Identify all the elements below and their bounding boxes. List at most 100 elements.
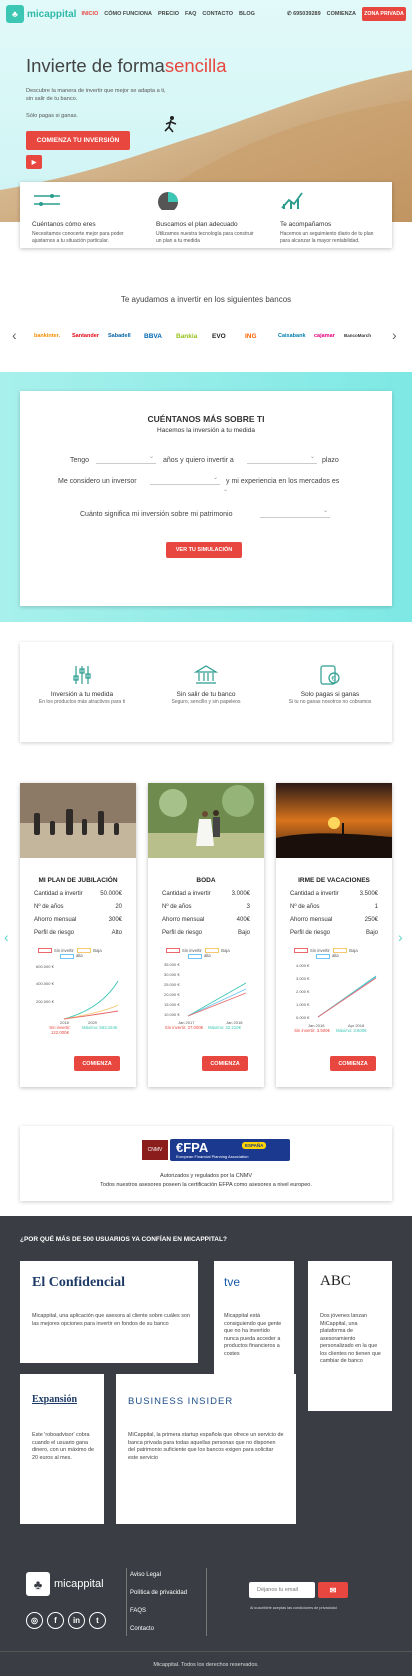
svg-text:25.000 €: 25.000 € <box>164 982 180 987</box>
tve-logo: tve <box>224 1275 241 1289</box>
top-nav: ♣ micappital INICIO CÓMO FUNCIONA PRECIO… <box>0 0 412 28</box>
svg-text:400.000 €: 400.000 € <box>36 981 55 986</box>
tree-logo-icon: ♣ <box>6 5 24 23</box>
press-title: ¿POR QUÉ MÁS DE 500 USUARIOS YA CONFÍAN … <box>20 1236 227 1243</box>
logo[interactable]: ♣ micappital <box>6 5 76 23</box>
plan-start-button[interactable]: COMIENZA <box>74 1056 120 1071</box>
nav-faq[interactable]: FAQ <box>185 11 196 17</box>
plans-carousel: ‹ › MI PLAN DE JUBILACIÓN Cantidad a inv… <box>0 783 412 1088</box>
nav-precio[interactable]: PRECIO <box>158 11 179 17</box>
tree-logo-icon: ♣ <box>26 1572 50 1596</box>
plan-start-button[interactable]: COMIENZA <box>202 1056 248 1071</box>
bank-building-icon <box>194 665 218 684</box>
press-card[interactable]: Expansión Este 'roboadvisor' cobra cuand… <box>20 1374 104 1524</box>
bank-logo: bankinter. <box>34 333 60 339</box>
social-links: ◎ f in t <box>26 1612 106 1629</box>
footer-link-faqs[interactable]: FAQS <box>130 1608 187 1626</box>
chevron-left-icon[interactable]: ‹ <box>4 929 9 945</box>
banks-carousel: ‹ bankinter. Santander Sabadell BBVA Ban… <box>0 327 412 344</box>
start-investment-button[interactable]: COMIENZA TU INVERSIÓN <box>26 131 130 150</box>
chart-legend: Sin invertir Baja alta <box>166 948 230 959</box>
efpa-logo: €FPA ESPAÑA European Financial Planning … <box>170 1139 290 1161</box>
private-zone-button[interactable]: ZONA PRIVADA <box>362 7 406 21</box>
phone-link[interactable]: ✆ 695039289 <box>287 11 321 17</box>
footer-link-privacidad[interactable]: Política de privacidad <box>130 1590 187 1608</box>
pie-chart-icon <box>158 192 178 212</box>
svg-text:20.000 €: 20.000 € <box>164 992 180 997</box>
experience-select[interactable] <box>150 486 230 497</box>
press-card[interactable]: ABC Dos jóvenes lanzan MiCappital, una p… <box>308 1261 392 1411</box>
instagram-icon[interactable]: ◎ <box>26 1612 43 1629</box>
nav-como-funciona[interactable]: CÓMO FUNCIONA <box>104 11 152 17</box>
sunset-image <box>276 783 392 858</box>
form-title: CUÉNTANOS MÁS SOBRE TI <box>147 414 265 424</box>
term-select[interactable] <box>247 453 317 464</box>
svg-text:10.000 €: 10.000 € <box>164 1012 180 1017</box>
simulation-form: CUÉNTANOS MÁS SOBRE TI Hacemos la invers… <box>20 391 392 606</box>
hero-pay-text: Sólo pagas si ganas. <box>26 113 78 119</box>
money-icon: € <box>320 665 340 685</box>
press-card[interactable]: BUSINESS INSIDER MiCappital, la primera … <box>116 1374 296 1524</box>
bank-logo: ING <box>245 333 257 340</box>
benefit-item: Sin salir de tu banco Seguro, sencillo y… <box>144 642 268 742</box>
runner-silhouette <box>164 116 177 133</box>
projection-chart: 600.000 €400.000 €200.000 € 2018 2029 <box>36 964 119 1025</box>
feature-item: Cuéntanos cómo eres Necesitamos conocert… <box>20 182 144 248</box>
expansion-logo: Expansión <box>32 1394 78 1405</box>
hero-title: Invierte de formasencilla <box>26 55 227 76</box>
chart-legend: Sin invertir Baja alta <box>294 948 358 959</box>
footer-logo[interactable]: ♣ micappital <box>26 1572 104 1596</box>
chevron-right-icon[interactable]: › <box>398 929 403 945</box>
age-select[interactable] <box>96 453 156 464</box>
footer-link-aviso-legal[interactable]: Aviso Legal <box>130 1572 187 1590</box>
nav-contacto[interactable]: CONTACTO <box>202 11 233 17</box>
chevron-right-icon[interactable]: › <box>392 327 397 343</box>
footer-link-contacto[interactable]: Contacto <box>130 1626 187 1644</box>
bank-logo: BBVA <box>144 333 162 340</box>
svg-text:600.000 €: 600.000 € <box>36 964 55 969</box>
plan-start-button[interactable]: COMIENZA <box>330 1056 376 1071</box>
chart-legend: Sin invertir Baja alta <box>38 948 102 959</box>
press-section: ¿POR QUÉ MÁS DE 500 USUARIOS YA CONFÍAN … <box>0 1216 412 1676</box>
projection-chart: 4.000 €3.000 €2.000 €1.000 €0.000 € Jan … <box>296 963 377 1028</box>
plan-card-retirement: MI PLAN DE JUBILACIÓN Cantidad a inverti… <box>20 783 136 1087</box>
nav-inicio[interactable]: INICIO <box>81 11 98 17</box>
simulation-section: CUÉNTANOS MÁS SOBRE TI Hacemos la invers… <box>0 372 412 622</box>
view-simulation-button[interactable]: VER TU SIMULACIÓN <box>166 542 242 558</box>
nav-blog[interactable]: BLOG <box>239 11 255 17</box>
svg-text:2.000 €: 2.000 € <box>296 989 310 994</box>
plan-card-wedding: BODA Cantidad a invertir 3.000€ Nº de año… <box>148 783 264 1087</box>
features-card: Cuéntanos cómo eres Necesitamos conocert… <box>20 182 392 248</box>
nav-comienza[interactable]: COMIENZA <box>327 11 356 17</box>
plan-card-vacation: IRME DE VACACIONES Cantidad a invertir 3.… <box>276 783 392 1087</box>
press-card[interactable]: El Confidencial Micappital, una aplicaci… <box>20 1261 198 1363</box>
whatsapp-icon: ✆ <box>286 11 292 17</box>
patrimony-select[interactable] <box>260 507 330 518</box>
mail-icon[interactable]: ✉ <box>318 1582 348 1598</box>
growth-chart-icon <box>281 192 303 209</box>
linkedin-icon[interactable]: in <box>68 1612 85 1629</box>
newsletter-email-input[interactable] <box>249 1582 315 1598</box>
chevron-left-icon[interactable]: ‹ <box>12 327 17 343</box>
twitter-icon[interactable]: t <box>89 1612 106 1629</box>
svg-text:200.000 €: 200.000 € <box>36 999 55 1004</box>
svg-text:0.000 €: 0.000 € <box>296 1015 310 1020</box>
youtube-icon[interactable]: ▶ <box>26 155 42 169</box>
abc-logo: ABC <box>320 1273 351 1289</box>
copyright: Micappital. Todos los derechos reservado… <box>153 1662 259 1668</box>
svg-text:3.000 €: 3.000 € <box>296 976 310 981</box>
equalizer-icon <box>73 666 91 684</box>
facebook-icon[interactable]: f <box>47 1612 64 1629</box>
bank-logo: BancoMarch <box>344 333 372 338</box>
svg-text:4.000 €: 4.000 € <box>296 963 310 968</box>
benefit-item: € Solo pagas si ganas Si tu no ganas nos… <box>268 642 392 742</box>
svg-text:1.000 €: 1.000 € <box>296 1002 310 1007</box>
bank-logo: Sabadell <box>108 333 131 339</box>
bank-logo: EVO <box>212 333 226 340</box>
projection-chart: 35.000 € 30.000 € 25.000 € 20.000 € 15.000 €… <box>164 962 247 1025</box>
business-insider-logo: BUSINESS INSIDER <box>128 1396 234 1407</box>
feature-item: Buscamos el plan adecuado Utilizamos nue… <box>144 182 268 248</box>
el-confidencial-logo: El Confidencial <box>32 1275 125 1290</box>
wedding-couple-image <box>148 783 264 858</box>
investor-profile-select[interactable] <box>150 474 220 485</box>
